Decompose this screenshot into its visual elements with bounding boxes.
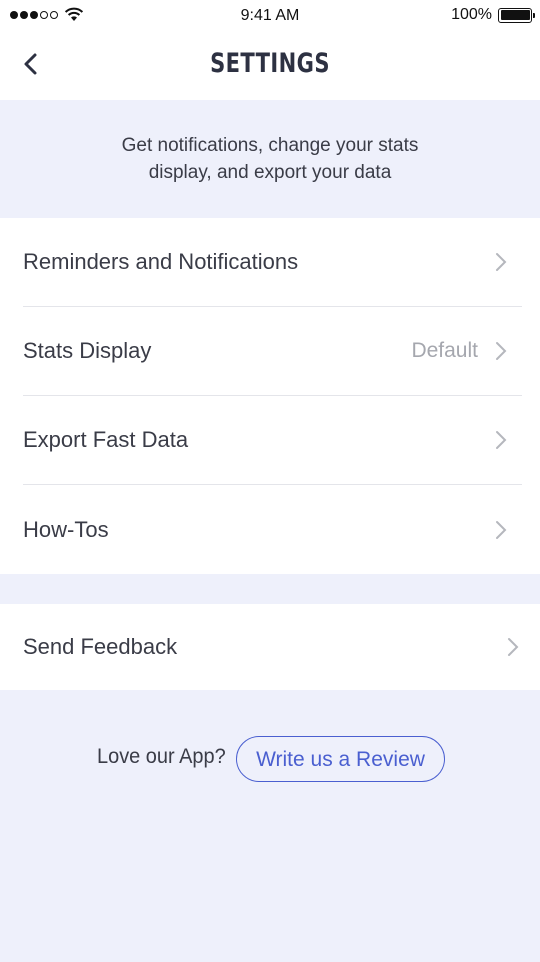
intro-text: Get notifications, change your stats dis… bbox=[121, 135, 419, 183]
chevron-right-icon bbox=[496, 342, 507, 360]
page-title: SETTINGS bbox=[210, 48, 330, 79]
settings-list: Reminders and Notifications Stats Displa… bbox=[0, 218, 540, 574]
settings-item-label: How-Tos bbox=[23, 516, 109, 542]
send-feedback-item[interactable]: Send Feedback bbox=[23, 604, 522, 690]
review-question: Love our App? bbox=[97, 745, 226, 768]
status-bar: 9:41 AM 100% bbox=[0, 0, 540, 32]
chevron-right-icon bbox=[508, 638, 519, 656]
settings-item-stats-display[interactable]: Stats Display Default bbox=[23, 307, 522, 396]
settings-item-reminders[interactable]: Reminders and Notifications bbox=[23, 218, 522, 307]
battery-icon bbox=[498, 7, 535, 23]
chevron-left-icon bbox=[24, 53, 37, 75]
chevron-right-icon bbox=[496, 431, 507, 449]
settings-item-export[interactable]: Export Fast Data bbox=[23, 396, 522, 485]
status-right: 100% bbox=[451, 6, 535, 24]
settings-item-label: Export Fast Data bbox=[23, 427, 189, 452]
write-review-button[interactable]: Write us a Review bbox=[236, 736, 445, 782]
settings-item-value: Default bbox=[411, 339, 478, 362]
send-feedback-label: Send Feedback bbox=[23, 634, 178, 659]
settings-item-label: Reminders and Notifications bbox=[23, 249, 299, 274]
back-button[interactable] bbox=[18, 50, 46, 78]
settings-item-label: Stats Display bbox=[23, 338, 152, 363]
nav-bar: SETTINGS bbox=[0, 32, 540, 100]
intro-section: Get notifications, change your stats dis… bbox=[0, 100, 540, 218]
battery-percent: 100% bbox=[451, 6, 492, 23]
chevron-right-icon bbox=[496, 253, 507, 271]
settings-item-how-tos[interactable]: How-Tos bbox=[23, 485, 522, 574]
review-section: Love our App? Write us a Review bbox=[0, 734, 540, 782]
settings-screen: 9:41 AM 100% SETTINGS Get notifications,… bbox=[0, 0, 540, 962]
chevron-right-icon bbox=[496, 520, 507, 539]
feedback-section: Send Feedback bbox=[0, 604, 540, 690]
